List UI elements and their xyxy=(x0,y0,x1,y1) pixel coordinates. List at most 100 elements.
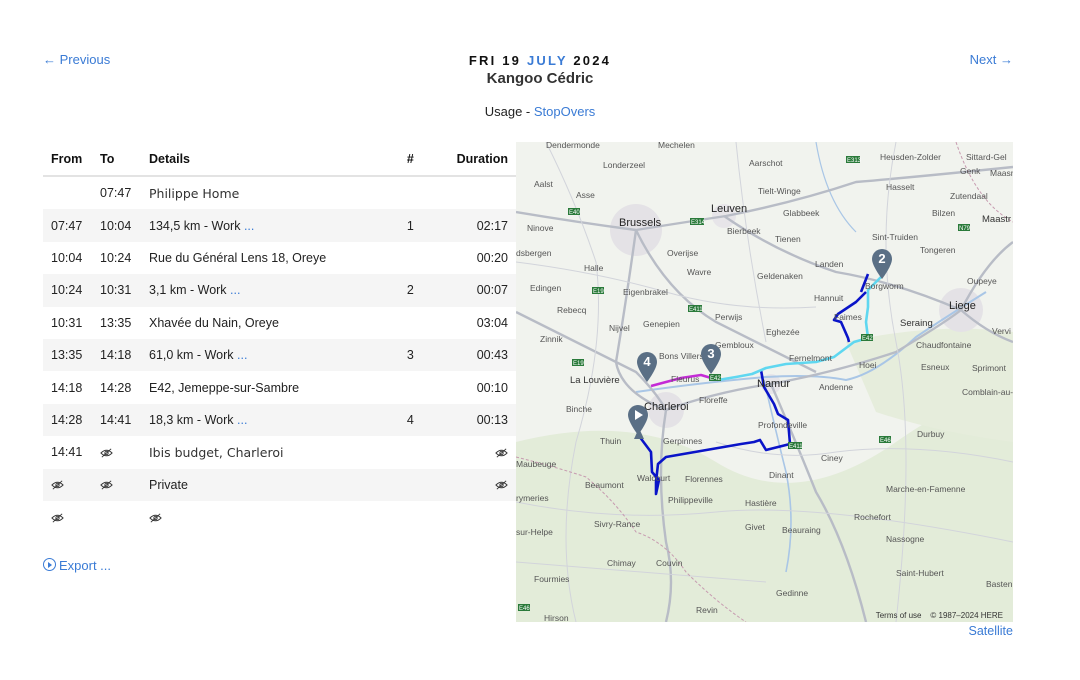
cell-duration: 00:20 xyxy=(476,250,508,265)
cell-to xyxy=(92,501,141,533)
map-label: Ciney xyxy=(821,453,843,463)
svg-text:E314: E314 xyxy=(691,220,706,226)
column-to: To xyxy=(92,143,141,177)
play-circle-icon xyxy=(43,558,56,571)
cell-number xyxy=(398,242,422,274)
cell-number xyxy=(398,468,423,501)
cell-to: 14:41 xyxy=(92,403,141,437)
column-from: From xyxy=(43,143,92,177)
cell-duration xyxy=(422,176,516,209)
cell-to: 10:24 xyxy=(100,250,132,265)
cell-details: Rue du Général Lens 18, Oreye xyxy=(149,250,327,265)
stop-marker-3[interactable]: 3 xyxy=(699,343,723,375)
stopovers-link[interactable]: StopOvers xyxy=(534,104,595,119)
cell-duration: 00:13 xyxy=(422,403,516,437)
map-label: Comblain-au-Pon xyxy=(962,387,1013,397)
cell-to: 07:47 xyxy=(100,186,132,201)
svg-text:E19: E19 xyxy=(593,289,604,295)
trip-summary: 3,1 km - Work xyxy=(149,283,227,298)
route-map[interactable]: E40 E314 E19 E411 E19 E42 E42 E411 E46 E… xyxy=(516,142,1013,622)
export-link[interactable]: Export ... xyxy=(43,558,111,573)
map-label: Thuin xyxy=(600,436,622,446)
map-label: Perwijs xyxy=(715,312,743,322)
cell-number xyxy=(398,307,422,339)
cell-from: 10:31 xyxy=(51,315,83,330)
satellite-toggle[interactable]: Satellite xyxy=(969,624,1013,638)
map-label: Bons Villers xyxy=(659,351,704,361)
map-attribution: Terms of use © 1987–2024 HERE xyxy=(876,611,1003,620)
terms-of-use-link[interactable]: Terms of use xyxy=(876,611,922,620)
map-label: Edingen xyxy=(530,283,562,293)
cell-number xyxy=(398,436,422,468)
marker-label: 2 xyxy=(878,251,886,266)
trip-details-link[interactable]: ... xyxy=(237,348,247,362)
map-label: Bilzen xyxy=(932,208,956,218)
map-label: Beaumont xyxy=(585,480,624,490)
cell-from: 13:35 xyxy=(43,338,92,372)
cell-duration: 03:04 xyxy=(476,315,508,330)
cell-details: Ibis budget, Charleroi xyxy=(149,444,284,460)
map-label: Beauraing xyxy=(782,525,821,535)
marker-label: 3 xyxy=(707,346,715,361)
map-label: Hastière xyxy=(745,498,777,508)
svg-text:N79: N79 xyxy=(959,226,971,232)
map-label: Overijse xyxy=(667,248,699,258)
map-label: Heusden-Zolder xyxy=(880,152,941,162)
export-label: Export ... xyxy=(59,558,112,573)
map-label: Florennes xyxy=(685,474,723,484)
sub-navigation: Usage - StopOvers xyxy=(0,104,1080,119)
eye-slash-icon xyxy=(100,480,113,490)
stop-marker-4[interactable]: 4 xyxy=(635,351,659,383)
map-label: Marche-en-Famenne xyxy=(886,484,966,494)
map-label: Maubeuge xyxy=(516,459,557,469)
marker-label: 4 xyxy=(643,354,651,369)
trip-details-link[interactable]: ... xyxy=(244,219,254,233)
map-label: Gerpinnes xyxy=(663,436,703,446)
weekday: FRI xyxy=(468,53,497,68)
table-row: 10:31 13:35 Xhavée du Nain, Oreye 03:04 xyxy=(43,307,516,339)
cell-details: 3,1 km - Work ... xyxy=(141,274,399,307)
trips-table: From To Details # Duration 07:47 Philipp… xyxy=(43,143,516,533)
svg-text:E19: E19 xyxy=(573,361,584,367)
cell-duration: 00:43 xyxy=(422,338,516,372)
cell-to: 14:18 xyxy=(92,338,141,372)
map-label: Mechelen xyxy=(658,142,695,150)
map-label: Ninove xyxy=(527,223,554,233)
map-label: Genepien xyxy=(643,319,680,329)
cell-from: 10:04 xyxy=(51,250,83,265)
table-row: 14:28 14:41 18,3 km - Work ... 4 00:13 xyxy=(43,403,516,437)
map-label: Tongeren xyxy=(920,245,956,255)
map-label: Fernelmont xyxy=(789,353,832,363)
map-label: Bierbeek xyxy=(727,226,761,236)
stop-marker-2[interactable]: 2 xyxy=(870,248,894,280)
map-label: Basten xyxy=(986,579,1013,589)
cell-from xyxy=(43,501,92,533)
cell-number xyxy=(398,176,422,209)
cell-details xyxy=(141,501,398,533)
map-label: Liege xyxy=(949,300,976,312)
trip-summary: 18,3 km - Work xyxy=(149,412,234,427)
trip-details-link[interactable]: ... xyxy=(230,283,240,297)
map-label: Nijvel xyxy=(609,323,630,333)
map-label: Vervi xyxy=(992,326,1011,336)
table-header-row: From To Details # Duration xyxy=(43,143,516,177)
svg-text:E411: E411 xyxy=(689,307,703,313)
cell-duration: 00:07 xyxy=(422,274,516,307)
cell-details: 61,0 km - Work ... xyxy=(141,338,399,372)
subnav-separator: - xyxy=(522,104,534,119)
cell-from: 14:18 xyxy=(51,380,83,395)
map-copyright: © 1987–2024 HERE xyxy=(930,611,1003,620)
map-label: Durbuy xyxy=(917,429,945,439)
cell-to: 10:31 xyxy=(92,274,141,307)
map-label: Londerzeel xyxy=(603,160,646,170)
cell-to: 14:28 xyxy=(100,380,132,395)
map-label: rymeries xyxy=(516,493,549,503)
map-label: Rebecq xyxy=(557,305,587,315)
trip-details-link[interactable]: ... xyxy=(237,413,247,427)
svg-text:E313: E313 xyxy=(847,158,862,164)
table-row: 14:41 Ibis budget, Charleroi xyxy=(43,436,516,468)
map-label: Fourmies xyxy=(534,574,570,584)
month-link[interactable]: JULY xyxy=(527,53,568,68)
cell-from: 07:47 xyxy=(43,209,92,242)
start-marker[interactable] xyxy=(626,404,650,436)
